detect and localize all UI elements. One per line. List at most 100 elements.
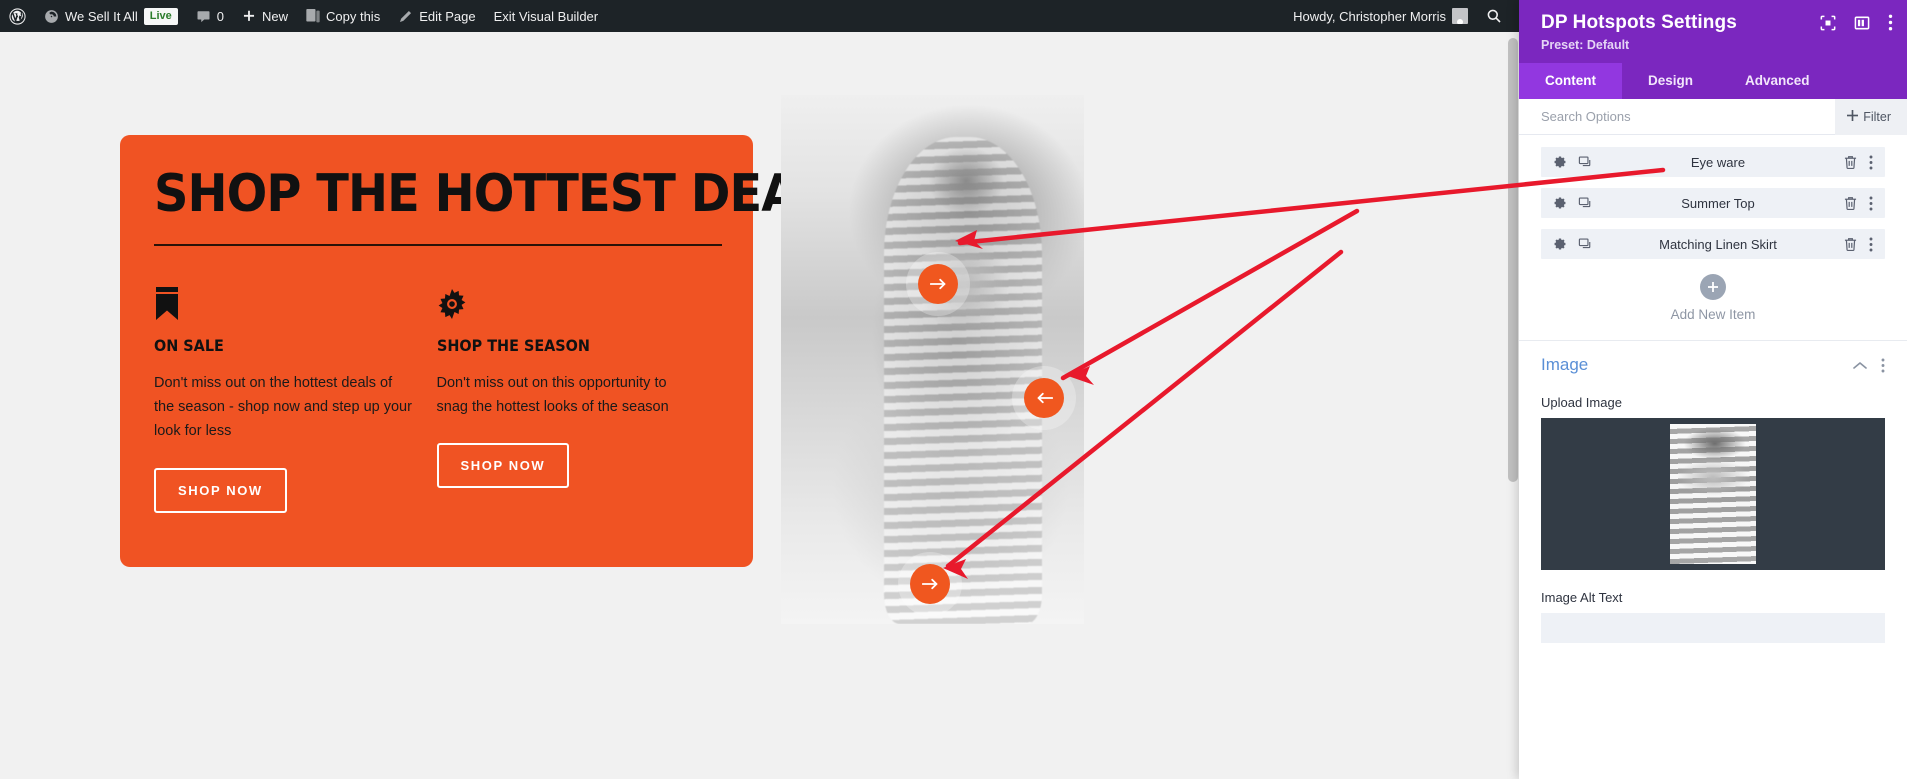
- trash-icon[interactable]: [1844, 237, 1857, 252]
- add-new-item-label: Add New Item: [1670, 307, 1756, 322]
- search-icon: [1486, 8, 1502, 24]
- list-item[interactable]: Matching Linen Skirt: [1541, 229, 1885, 259]
- hero-divider: [154, 243, 722, 246]
- search-button[interactable]: [1477, 0, 1511, 32]
- panel-header-icons: [1820, 14, 1893, 31]
- hotspot-marker-2[interactable]: [1024, 378, 1064, 418]
- edit-page-button[interactable]: Edit Page: [389, 0, 484, 32]
- gear-icon[interactable]: [1553, 196, 1567, 210]
- arrow-right-icon: [921, 577, 939, 591]
- panel-header: DP Hotspots Settings Preset: Default: [1519, 0, 1907, 63]
- panel-body: Eye ware Summer Top Matching Linen Skirt…: [1519, 135, 1907, 779]
- exit-visual-builder-button[interactable]: Exit Visual Builder: [485, 0, 608, 32]
- row-left-icons: [1553, 155, 1592, 169]
- row-right-icons: [1844, 196, 1873, 211]
- hotspot-marker-1[interactable]: [918, 264, 958, 304]
- hero-subtitle: SHOP THE SEASON: [436, 335, 590, 355]
- chevron-up-icon[interactable]: [1853, 361, 1867, 370]
- duplicate-icon[interactable]: [1578, 237, 1592, 251]
- site-name-menu[interactable]: We Sell It All Live: [35, 0, 187, 32]
- tab-design[interactable]: Design: [1622, 63, 1719, 99]
- upload-image-preview[interactable]: [1541, 418, 1885, 570]
- gear-icon[interactable]: [1553, 155, 1567, 169]
- wp-admin-bar: We Sell It All Live 0 New Copy this Edit…: [0, 0, 1519, 32]
- photo-subject: [884, 137, 1042, 624]
- search-input[interactable]: [1519, 98, 1836, 135]
- image-section-title: Image: [1541, 355, 1589, 374]
- hero-subtitle: ON SALE: [154, 335, 224, 355]
- filter-button[interactable]: Filter: [1835, 98, 1907, 135]
- wordpress-logo-icon: [9, 7, 26, 25]
- image-alt-text-input[interactable]: [1541, 613, 1885, 643]
- hero-text: Don't miss out on this opportunity to sn…: [436, 374, 669, 415]
- layout-columns-icon[interactable]: [1854, 15, 1870, 31]
- row-right-icons: [1844, 155, 1873, 170]
- hero-title: SHOP THE HOTTEST DEALS: [154, 164, 861, 224]
- kebab-menu-icon[interactable]: [1888, 14, 1893, 31]
- add-new-item-button[interactable]: Add New Item: [1541, 270, 1885, 340]
- bookmark-icon: [154, 286, 413, 322]
- shop-now-button[interactable]: SHOP NOW: [154, 467, 287, 513]
- hero-text: Don't miss out on the hottest deals of t…: [154, 374, 412, 440]
- image-section-header[interactable]: Image: [1541, 355, 1885, 375]
- scrollbar-thumb[interactable]: [1508, 38, 1518, 482]
- duplicate-icon[interactable]: [1578, 196, 1592, 210]
- kebab-menu-icon[interactable]: [1869, 155, 1873, 170]
- upload-image-label: Upload Image: [1541, 395, 1622, 410]
- copy-this-button[interactable]: Copy this: [297, 0, 389, 32]
- avatar: [1452, 8, 1468, 24]
- plus-icon: [242, 9, 256, 23]
- copy-icon: [306, 8, 320, 24]
- trash-icon[interactable]: [1844, 155, 1857, 170]
- new-content-button[interactable]: New: [233, 0, 297, 32]
- dashboard-icon: [44, 9, 59, 24]
- preset-selector[interactable]: Preset: Default: [1541, 38, 1889, 52]
- hotspot-image[interactable]: [781, 95, 1084, 624]
- trash-icon[interactable]: [1844, 196, 1857, 211]
- pencil-icon: [398, 9, 413, 24]
- target-icon[interactable]: [1820, 15, 1836, 31]
- hero-column-season: SHOP THE SEASON Don't miss out on this o…: [436, 286, 720, 513]
- image-thumbnail: [1670, 424, 1756, 564]
- tab-content[interactable]: Content: [1519, 63, 1622, 99]
- howdy-label: Howdy, Christopher Morris: [1293, 8, 1446, 24]
- image-section: Image Upload Image Image Alt Text: [1519, 340, 1907, 643]
- account-menu[interactable]: Howdy, Christopher Morris: [1284, 0, 1477, 32]
- duplicate-icon[interactable]: [1578, 155, 1592, 169]
- arrow-right-icon: [929, 277, 947, 291]
- hero-module[interactable]: SHOP THE HOTTEST DEALS ON SALE Don't mis…: [120, 135, 861, 567]
- comments-button[interactable]: 0: [187, 0, 233, 32]
- list-item[interactable]: Summer Top: [1541, 188, 1885, 218]
- arrow-left-icon: [1036, 391, 1053, 405]
- page-canvas: SHOP THE HOTTEST DEALS ON SALE Don't mis…: [0, 32, 1519, 779]
- hotspot-marker-3[interactable]: [910, 564, 950, 604]
- list-item-label: Eye ware: [1690, 154, 1746, 170]
- copy-this-label: Copy this: [326, 8, 381, 24]
- hero-columns: ON SALE Don't miss out on the hottest de…: [154, 286, 719, 513]
- shop-now-button[interactable]: SHOP NOW: [436, 443, 570, 489]
- kebab-menu-icon[interactable]: [1881, 358, 1885, 373]
- tab-advanced[interactable]: Advanced: [1719, 63, 1836, 99]
- new-content-label: New: [261, 8, 288, 24]
- row-left-icons: [1553, 196, 1592, 210]
- comment-count: 0: [216, 8, 224, 24]
- site-name-label: We Sell It All: [65, 8, 138, 24]
- list-item[interactable]: Eye ware: [1541, 147, 1885, 177]
- edit-page-label: Edit Page: [419, 8, 476, 24]
- list-item-label: Summer Top: [1681, 195, 1755, 211]
- wordpress-logo-button[interactable]: [0, 0, 35, 32]
- settings-panel: DP Hotspots Settings Preset: Default Con…: [1519, 0, 1907, 779]
- filter-label: Filter: [1863, 109, 1891, 124]
- kebab-menu-icon[interactable]: [1869, 196, 1873, 211]
- plus-icon: [1847, 109, 1859, 124]
- list-item-label: Matching Linen Skirt: [1659, 236, 1777, 252]
- row-left-icons: [1553, 237, 1592, 251]
- page-scrollbar[interactable]: [1507, 32, 1519, 779]
- gear-icon[interactable]: [1553, 237, 1567, 251]
- hero-column-on-sale: ON SALE Don't miss out on the hottest de…: [154, 286, 437, 513]
- plus-icon: [1700, 274, 1726, 300]
- sun-icon: [437, 286, 696, 322]
- image-alt-text-label: Image Alt Text: [1541, 590, 1623, 605]
- kebab-menu-icon[interactable]: [1869, 237, 1873, 252]
- panel-tabs: Content Design Advanced: [1519, 63, 1907, 99]
